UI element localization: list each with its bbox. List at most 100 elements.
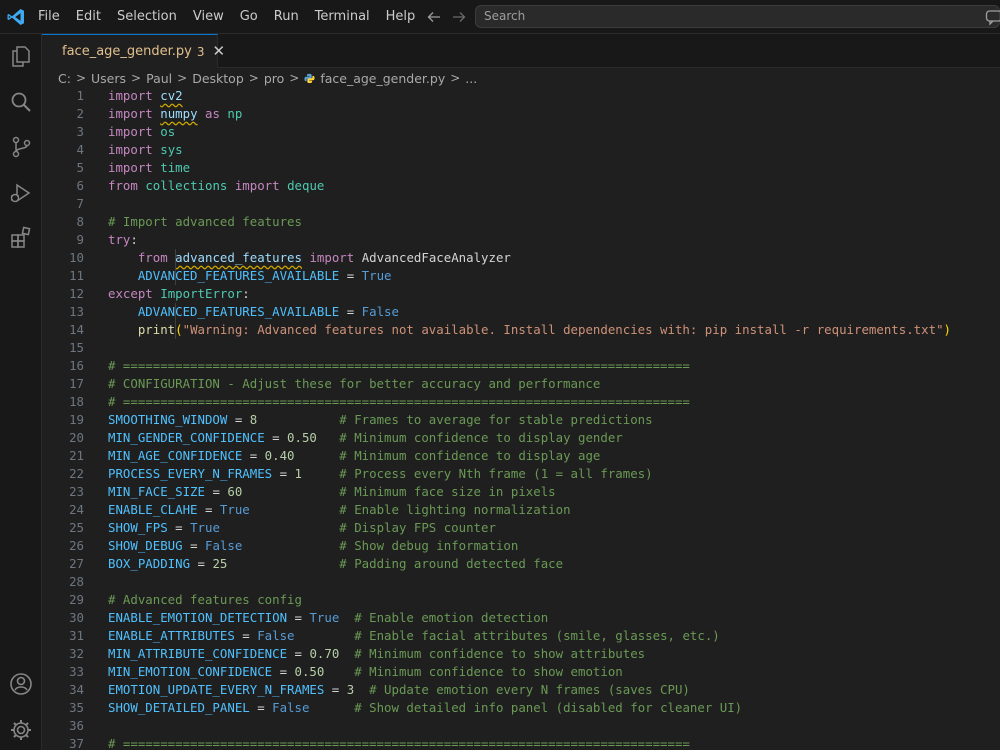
- code-line[interactable]: 13 ADVANCED_FEATURES_AVAILABLE = False: [42, 303, 1000, 321]
- settings-gear-icon[interactable]: [8, 717, 34, 743]
- breadcrumb-file[interactable]: face_age_gender.py: [320, 71, 445, 86]
- search-input[interactable]: Search: [475, 5, 1000, 28]
- code-line[interactable]: 22 PROCESS_EVERY_N_FRAMES = 1 # Process e…: [42, 465, 1000, 483]
- menu-run[interactable]: Run: [266, 0, 307, 34]
- code-line[interactable]: 26 SHOW_DEBUG = False # Show debug inform…: [42, 537, 1000, 555]
- code-line[interactable]: 4 import sys: [42, 141, 1000, 159]
- code-editor[interactable]: 1 import cv2 2 import numpy as np 3 import os…: [42, 87, 1000, 750]
- line-number: 13: [69, 304, 84, 319]
- breadcrumb-symbol[interactable]: ...: [465, 71, 477, 86]
- line-number: 10: [69, 250, 84, 265]
- code-text: # Advanced features config: [108, 591, 302, 609]
- code-line[interactable]: 8 # Import advanced features: [42, 213, 1000, 231]
- breadcrumb-drive[interactable]: C:: [58, 71, 71, 86]
- code-token: =: [339, 304, 362, 319]
- code-line[interactable]: 29 # Advanced features config: [42, 591, 1000, 609]
- code-line[interactable]: 21 MIN_AGE_CONFIDENCE = 0.40 # Minimum co…: [42, 447, 1000, 465]
- code-line[interactable]: 17 # CONFIGURATION - Adjust these for bet…: [42, 375, 1000, 393]
- code-text: ADVANCED_FEATURES_AVAILABLE = True: [108, 267, 392, 285]
- code-line[interactable]: 12 except ImportError:: [42, 285, 1000, 303]
- breadcrumb-desktop[interactable]: Desktop: [192, 71, 244, 86]
- accounts-icon[interactable]: [8, 671, 34, 697]
- code-line[interactable]: 11 ADVANCED_FEATURES_AVAILABLE = True: [42, 267, 1000, 285]
- breadcrumb-users[interactable]: Users: [91, 71, 126, 86]
- menu-go[interactable]: Go: [232, 0, 266, 34]
- menu-edit[interactable]: Edit: [68, 0, 109, 34]
- code-line[interactable]: 15: [42, 339, 1000, 357]
- vscode-logo-icon[interactable]: [6, 7, 26, 27]
- code-line[interactable]: 34 EMOTION_UPDATE_EVERY_N_FRAMES = 3 # Up…: [42, 681, 1000, 699]
- code-line[interactable]: 33 MIN_EMOTION_CONFIDENCE = 0.50 # Minimu…: [42, 663, 1000, 681]
- explorer-icon[interactable]: [8, 43, 34, 69]
- code-line[interactable]: 35 SHOW_DETAILED_PANEL = False # Show det…: [42, 699, 1000, 717]
- search-icon[interactable]: [8, 89, 34, 115]
- code-token: =: [204, 484, 228, 499]
- code-token: as: [205, 106, 220, 121]
- breadcrumb-paul[interactable]: Paul: [146, 71, 172, 86]
- code-text: EMOTION_UPDATE_EVERY_N_FRAMES = 3 # Upda…: [108, 681, 690, 699]
- code-line[interactable]: 37 # ====================================…: [42, 735, 1000, 750]
- code-line[interactable]: 20 MIN_GENDER_CONFIDENCE = 0.50 # Minimum…: [42, 429, 1000, 447]
- code-token: import: [108, 124, 153, 139]
- code-line[interactable]: 7: [42, 195, 1000, 213]
- menu-file[interactable]: File: [30, 0, 68, 34]
- line-number: 2: [76, 106, 84, 121]
- code-token: # Minimum confidence to show emotion: [354, 664, 623, 679]
- line-number: 1: [76, 88, 84, 103]
- code-line[interactable]: 32 MIN_ATTRIBUTE_CONFIDENCE = 0.70 # Mini…: [42, 645, 1000, 663]
- code-line[interactable]: 16 # ====================================…: [42, 357, 1000, 375]
- menu-view[interactable]: View: [185, 0, 232, 34]
- line-number: 30: [69, 610, 84, 625]
- source-control-icon[interactable]: [8, 134, 34, 160]
- line-number: 33: [69, 664, 84, 679]
- code-line[interactable]: 28: [42, 573, 1000, 591]
- code-line[interactable]: 30 ENABLE_EMOTION_DETECTION = True # Enab…: [42, 609, 1000, 627]
- activity-bar: [0, 34, 42, 750]
- code-line[interactable]: 36: [42, 717, 1000, 735]
- code-token: MIN_FACE_SIZE: [108, 484, 205, 499]
- code-text: import sys: [108, 141, 183, 159]
- code-line[interactable]: 3 import os: [42, 123, 1000, 141]
- code-line[interactable]: 25 SHOW_FPS = True # Display FPS counter: [42, 519, 1000, 537]
- menu-help[interactable]: Help: [378, 0, 424, 34]
- code-line[interactable]: 14 print("Warning: Advanced features not…: [42, 321, 1000, 339]
- code-line[interactable]: 1 import cv2: [42, 87, 1000, 105]
- code-token: =: [197, 502, 220, 517]
- code-line[interactable]: 23 MIN_FACE_SIZE = 60 # Minimum face size…: [42, 483, 1000, 501]
- code-token: # Advanced features config: [108, 592, 302, 607]
- arrow-right-icon[interactable]: [451, 9, 467, 25]
- code-line[interactable]: 27 BOX_PADDING = 25 # Padding around dete…: [42, 555, 1000, 573]
- extensions-icon[interactable]: [8, 225, 34, 251]
- code-text: MIN_AGE_CONFIDENCE = 0.40 # Minimum conf…: [108, 447, 600, 465]
- code-line[interactable]: 2 import numpy as np: [42, 105, 1000, 123]
- code-line[interactable]: 10 from advanced_features import Advance…: [42, 249, 1000, 267]
- code-token: ): [943, 322, 951, 337]
- code-line[interactable]: 31 ENABLE_ATTRIBUTES = False # Enable fac…: [42, 627, 1000, 645]
- tab-face-age-gender[interactable]: face_age_gender.py 3 ✕: [42, 34, 225, 68]
- code-line[interactable]: 24 ENABLE_CLAHE = True # Enable lighting …: [42, 501, 1000, 519]
- code-token: MIN_ATTRIBUTE_CONFIDENCE: [108, 646, 288, 661]
- code-line[interactable]: 9 try:: [42, 231, 1000, 249]
- breadcrumb-pro[interactable]: pro: [264, 71, 284, 86]
- code-token: ENABLE_EMOTION_DETECTION: [108, 610, 288, 625]
- menu-terminal[interactable]: Terminal: [307, 0, 378, 34]
- code-line[interactable]: 6 from collections import deque: [42, 177, 1000, 195]
- code-line[interactable]: 5 import time: [42, 159, 1000, 177]
- close-icon[interactable]: ✕: [213, 44, 226, 59]
- chevron-right-icon: >: [248, 71, 259, 85]
- arrow-left-icon[interactable]: [426, 9, 442, 25]
- search-placeholder: Search: [484, 9, 526, 23]
- run-debug-icon[interactable]: [8, 180, 34, 206]
- line-number: 4: [76, 142, 84, 157]
- chevron-right-icon: >: [177, 71, 188, 85]
- line-number: 25: [69, 520, 84, 535]
- line-number: 7: [76, 196, 84, 211]
- menu-selection[interactable]: Selection: [109, 0, 185, 34]
- line-number: 5: [76, 160, 84, 175]
- code-line[interactable]: 19 SMOOTHING_WINDOW = 8 # Frames to avera…: [42, 411, 1000, 429]
- chat-icon[interactable]: [985, 8, 1000, 26]
- code-line[interactable]: 18 # ====================================…: [42, 393, 1000, 411]
- code-token: # Process every Nth frame (1 = all frame…: [339, 466, 653, 481]
